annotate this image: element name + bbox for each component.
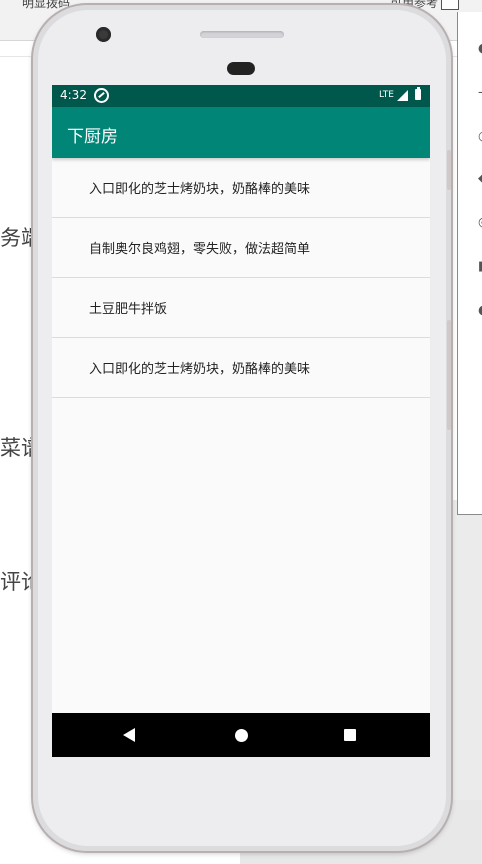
panel-dot-icon[interactable]: ● — [478, 304, 482, 318]
battery-icon — [415, 87, 421, 100]
network-type: LTE — [379, 90, 394, 100]
sync-icon — [94, 88, 109, 103]
background-checkbox[interactable] — [441, 0, 459, 10]
front-camera — [96, 27, 111, 42]
status-time: 4:32 — [60, 88, 87, 102]
signal-icon — [397, 90, 408, 101]
home-icon[interactable] — [235, 729, 248, 742]
earpiece-speaker — [200, 31, 284, 38]
volume-button — [447, 150, 451, 190]
recents-icon[interactable] — [344, 729, 356, 741]
navigation-bar — [52, 713, 430, 757]
app-title: 下厨房 — [67, 127, 118, 147]
list-item-label: 入口即化的芝士烤奶块，奶酪棒的美味 — [89, 362, 311, 377]
app-bar: 下厨房 — [52, 107, 430, 158]
status-bar: 4:32 LTE — [52, 85, 430, 107]
phone-screen: 4:32 LTE 下厨房 入口即化的芝士烤奶块，奶酪棒的美味 自制奥尔良鸡翅，零… — [52, 85, 430, 757]
back-icon[interactable] — [123, 728, 135, 742]
list-item[interactable]: 土豆肥牛拌饭 — [52, 278, 430, 338]
proximity-sensor — [227, 62, 255, 75]
list-item[interactable]: 自制奥尔良鸡翅，零失败，做法超简单 — [52, 218, 430, 278]
list-item[interactable]: 入口即化的芝士烤奶块，奶酪棒的美味 — [52, 158, 430, 218]
recipe-list: 入口即化的芝士烤奶块，奶酪棒的美味 自制奥尔良鸡翅，零失败，做法超简单 土豆肥牛… — [52, 158, 430, 398]
power-button — [447, 320, 451, 430]
background-side-panel: ◐ ‑ ◑ ◆ ◎ ■ ● — [457, 12, 482, 515]
panel-square-icon[interactable]: ■ — [478, 260, 482, 274]
panel-circle-icon-2[interactable]: ◑ — [478, 130, 482, 144]
list-item-label: 入口即化的芝士烤奶块，奶酪棒的美味 — [89, 182, 311, 197]
panel-diamond-icon[interactable]: ◆ — [478, 172, 482, 186]
panel-dash-icon[interactable]: ‑ — [478, 86, 482, 100]
list-item-label: 自制奥尔良鸡翅，零失败，做法超简单 — [89, 242, 311, 257]
panel-circle-icon[interactable]: ◐ — [478, 42, 482, 56]
list-item-label: 土豆肥牛拌饭 — [89, 302, 168, 317]
list-item[interactable]: 入口即化的芝士烤奶块，奶酪棒的美味 — [52, 338, 430, 398]
panel-eye-icon[interactable]: ◎ — [478, 216, 482, 230]
